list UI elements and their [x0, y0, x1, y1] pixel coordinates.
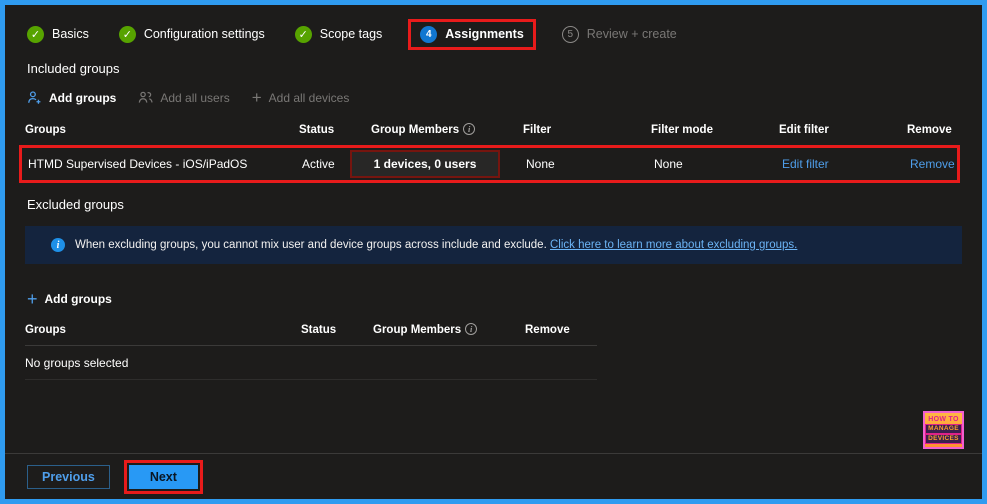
previous-button[interactable]: Previous: [27, 465, 110, 489]
col-status: Status: [301, 315, 373, 345]
group-name-cell: HTMD Supervised Devices - iOS/iPadOS: [28, 150, 302, 178]
exclude-info-banner: i When excluding groups, you cannot mix …: [25, 226, 962, 264]
wizard-footer: Previous Next: [5, 453, 982, 499]
assignments-wizard-page: ✓ Basics ✓ Configuration settings ✓ Scop…: [0, 0, 987, 504]
step-number-badge: 4: [420, 26, 437, 43]
excluded-table-header: Groups Status Group Members i Remove: [25, 314, 597, 345]
remove-link[interactable]: Remove: [910, 157, 955, 171]
col-status: Status: [299, 115, 371, 145]
col-groups: Groups: [25, 115, 299, 145]
filter-mode-cell: None: [654, 150, 782, 178]
add-user-icon: [27, 90, 42, 105]
logo-line-devices: DEVICES: [925, 434, 962, 444]
included-groups-title: Included groups: [27, 61, 966, 76]
excluded-groups-title: Excluded groups: [27, 197, 966, 212]
included-groups-toolbar: Add groups Add all users + Add all devic…: [27, 89, 966, 106]
check-icon: ✓: [119, 26, 136, 43]
group-members-highlight: 1 devices, 0 users: [350, 150, 500, 178]
edit-filter-link[interactable]: Edit filter: [782, 157, 829, 171]
step-label: Assignments: [445, 27, 524, 41]
filter-cell: None: [526, 150, 654, 178]
col-edit-filter: Edit filter: [779, 115, 907, 145]
col-groups: Groups: [25, 315, 301, 345]
step-label: Configuration settings: [144, 27, 265, 41]
next-button[interactable]: Next: [129, 465, 198, 489]
group-members-cell: 1 devices, 0 users: [374, 148, 526, 180]
tab-review-create[interactable]: 5 Review + create: [562, 26, 677, 43]
step-number-badge: 5: [562, 26, 579, 43]
col-remove: Remove: [525, 315, 595, 345]
included-table-header: Groups Status Group Members i Filter Filt…: [25, 114, 966, 145]
add-groups-label: Add groups: [49, 91, 116, 105]
tab-basics[interactable]: ✓ Basics: [27, 26, 89, 43]
info-icon: i: [51, 238, 65, 252]
add-all-users-label: Add all users: [160, 91, 229, 105]
add-all-users-button[interactable]: Add all users: [138, 90, 229, 105]
step-label: Scope tags: [320, 27, 383, 41]
banner-text: When excluding groups, you cannot mix us…: [75, 239, 797, 251]
col-group-members-label: Group Members: [371, 124, 459, 136]
annotation-box-assignments: 4 Assignments: [408, 19, 536, 50]
tab-configuration-settings[interactable]: ✓ Configuration settings: [119, 26, 265, 43]
excluded-add-groups-button[interactable]: + Add groups: [27, 290, 112, 308]
tab-assignments[interactable]: 4 Assignments: [420, 26, 524, 43]
col-group-members: Group Members i: [371, 114, 523, 145]
col-group-members: Group Members i: [373, 314, 525, 345]
no-groups-selected-text: No groups selected: [25, 346, 966, 379]
annotation-box-next: Next: [124, 460, 203, 494]
htmd-logo: HOW TO MANAGE DEVICES: [923, 411, 964, 449]
table-row[interactable]: HTMD Supervised Devices - iOS/iPadOS Act…: [28, 148, 957, 180]
col-group-members-label: Group Members: [373, 324, 461, 336]
logo-line-howto: HOW TO: [928, 416, 958, 423]
col-filter: Filter: [523, 115, 651, 145]
plus-icon: +: [252, 89, 262, 106]
info-icon[interactable]: i: [463, 123, 475, 135]
info-icon[interactable]: i: [465, 323, 477, 335]
add-all-devices-button[interactable]: + Add all devices: [252, 89, 350, 106]
check-icon: ✓: [295, 26, 312, 43]
excluded-groups-toolbar: + Add groups: [27, 290, 966, 308]
page-content: ✓ Basics ✓ Configuration settings ✓ Scop…: [5, 5, 982, 380]
add-all-devices-label: Add all devices: [269, 91, 350, 105]
excluding-groups-learn-more-link[interactable]: Click here to learn more about excluding…: [550, 239, 797, 251]
plus-icon: +: [27, 290, 38, 308]
logo-line-manage: MANAGE: [925, 424, 962, 434]
wizard-steps: ✓ Basics ✓ Configuration settings ✓ Scop…: [27, 18, 966, 50]
banner-message: When excluding groups, you cannot mix us…: [75, 239, 547, 251]
step-label: Review + create: [587, 27, 677, 41]
add-groups-button[interactable]: Add groups: [27, 90, 116, 105]
table-divider: [25, 379, 597, 380]
tab-scope-tags[interactable]: ✓ Scope tags: [295, 26, 383, 43]
col-remove: Remove: [907, 115, 969, 145]
step-label: Basics: [52, 27, 89, 41]
excluded-add-groups-label: Add groups: [45, 292, 112, 306]
col-filter-mode: Filter mode: [651, 115, 779, 145]
add-users-icon: [138, 90, 153, 105]
check-icon: ✓: [27, 26, 44, 43]
annotation-box-included-row: HTMD Supervised Devices - iOS/iPadOS Act…: [19, 145, 960, 183]
